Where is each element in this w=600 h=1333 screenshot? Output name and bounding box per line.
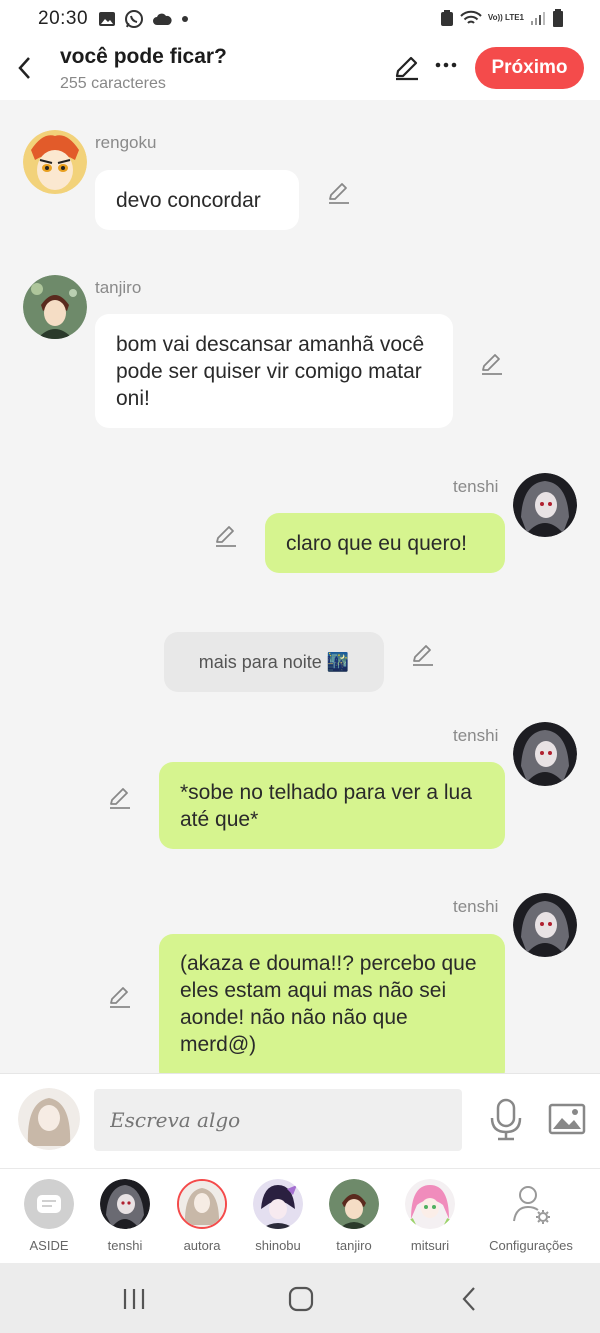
whatsapp-notification-icon	[125, 10, 143, 28]
character-count: 255 caracteres	[60, 75, 166, 92]
home-button[interactable]	[286, 1285, 316, 1313]
chat-header: você pode ficar? 255 caracteres Próximo	[0, 38, 600, 100]
status-time: 20:30	[38, 8, 89, 29]
avatar-rengoku[interactable]	[23, 130, 87, 194]
message-input[interactable]	[94, 1089, 462, 1151]
message-username: tenshi	[453, 477, 499, 496]
network-type: Vo)) LTE1	[487, 13, 524, 22]
message-username: tenshi	[453, 726, 499, 745]
chat-bubble-icon	[24, 1179, 74, 1229]
aside-avatar	[24, 1179, 74, 1229]
dot-notification-icon	[182, 16, 188, 22]
next-button[interactable]: Próximo	[475, 47, 584, 89]
message-text: devo concordar	[116, 188, 261, 212]
character-aside[interactable]: ASIDE	[9, 1179, 89, 1253]
avatar-tenshi[interactable]	[513, 473, 577, 537]
settings-avatar	[506, 1179, 556, 1229]
character-label: tenshi	[107, 1238, 143, 1253]
recent-apps-button[interactable]	[119, 1285, 149, 1313]
avatar-tenshi[interactable]	[513, 893, 577, 957]
message-text: bom vai descansar amanhã você pode ser q…	[116, 332, 425, 410]
shinobu-avatar	[253, 1179, 303, 1229]
back-button[interactable]	[12, 54, 36, 82]
edit-pencil-icon	[482, 354, 502, 375]
edit-pencil-icon	[413, 645, 433, 666]
message-username: tanjiro	[95, 278, 142, 297]
status-bar: 20:30 Vo)) LTE1	[0, 0, 600, 38]
message-bubble[interactable]: *sobe no telhado para ver a lua até que*	[159, 762, 505, 849]
battery-icon	[553, 9, 563, 27]
edit-title-button[interactable]	[393, 54, 421, 82]
voice-button[interactable]	[488, 1098, 524, 1142]
image-button[interactable]	[548, 1102, 586, 1136]
message-text: (akaza e douma!!? percebo que eles estam…	[180, 952, 477, 1056]
image-icon	[548, 1103, 586, 1135]
wifi-icon	[460, 10, 482, 24]
character-tanjiro[interactable]: tanjiro	[314, 1179, 394, 1253]
character-selector: ASIDE tenshi autora shinobu tanjiro mits…	[0, 1168, 600, 1263]
recycle-icon	[440, 10, 453, 26]
composer-bar	[0, 1073, 600, 1168]
more-dots-icon	[435, 62, 457, 68]
system-navigation-bar	[0, 1263, 600, 1333]
message-bubble[interactable]: devo concordar	[95, 170, 299, 230]
edit-pencil-icon	[216, 526, 236, 547]
character-label: autora	[183, 1238, 221, 1253]
character-label: ASIDE	[29, 1238, 69, 1253]
edit-pencil-icon	[329, 183, 349, 204]
more-options-button[interactable]	[434, 56, 458, 80]
character-mitsuri[interactable]: mitsuri	[390, 1179, 470, 1253]
edit-message-button[interactable]	[410, 642, 436, 668]
message-text: *sobe no telhado para ver a lua até que*	[180, 780, 472, 831]
settings-person-icon	[513, 1186, 550, 1224]
system-back-button[interactable]	[455, 1285, 485, 1313]
message-text: claro que eu quero!	[286, 531, 467, 555]
edit-pencil-icon	[395, 56, 418, 81]
message-username: tenshi	[453, 897, 499, 916]
character-label: Configurações	[489, 1238, 573, 1253]
edit-message-button[interactable]	[326, 180, 352, 206]
microphone-icon	[490, 1098, 522, 1141]
character-shinobu[interactable]: shinobu	[238, 1179, 318, 1253]
narration-bubble[interactable]: mais para noite 🌃	[164, 632, 384, 692]
gallery-notification-icon	[99, 12, 115, 26]
character-autora[interactable]: autora	[162, 1179, 242, 1253]
edit-message-button[interactable]	[107, 785, 133, 811]
back-arrow-icon	[18, 57, 30, 79]
mitsuri-avatar	[405, 1179, 455, 1229]
avatar-tanjiro[interactable]	[23, 275, 87, 339]
system-icons: Vo)) LTE1	[440, 8, 564, 28]
edit-message-button[interactable]	[107, 984, 133, 1010]
character-label: shinobu	[255, 1238, 301, 1253]
edit-pencil-icon	[110, 987, 130, 1008]
message-username: rengoku	[95, 133, 157, 152]
message-bubble[interactable]: bom vai descansar amanhã você pode ser q…	[95, 314, 453, 428]
edit-message-button[interactable]	[479, 351, 505, 377]
story-title: você pode ficar?	[60, 45, 227, 68]
narration-text: mais para noite 🌃	[198, 651, 350, 672]
chat-area[interactable]: rengoku devo concordar tanjiro bom vai d…	[0, 100, 600, 1073]
signal-icon	[531, 12, 545, 25]
chevron-left-icon	[462, 1287, 475, 1311]
avatar-tenshi[interactable]	[513, 722, 577, 786]
recent-apps-icon	[123, 1289, 145, 1309]
edit-pencil-icon	[110, 788, 130, 809]
character-label: tanjiro	[336, 1238, 372, 1253]
message-bubble[interactable]: claro que eu quero!	[265, 513, 505, 573]
tanjiro-avatar	[329, 1179, 379, 1229]
edit-message-button[interactable]	[213, 523, 239, 549]
autora-avatar	[177, 1179, 227, 1229]
selected-character-avatar[interactable]	[18, 1088, 80, 1150]
character-label: mitsuri	[410, 1238, 450, 1253]
cloud-notification-icon	[153, 13, 172, 25]
message-bubble[interactable]: (akaza e douma!!? percebo que eles estam…	[159, 934, 505, 1073]
settings-button[interactable]: Configurações	[478, 1179, 584, 1253]
character-tenshi[interactable]: tenshi	[85, 1179, 165, 1253]
home-icon	[288, 1286, 314, 1312]
tenshi-avatar	[100, 1179, 150, 1229]
notification-icons	[98, 9, 190, 29]
